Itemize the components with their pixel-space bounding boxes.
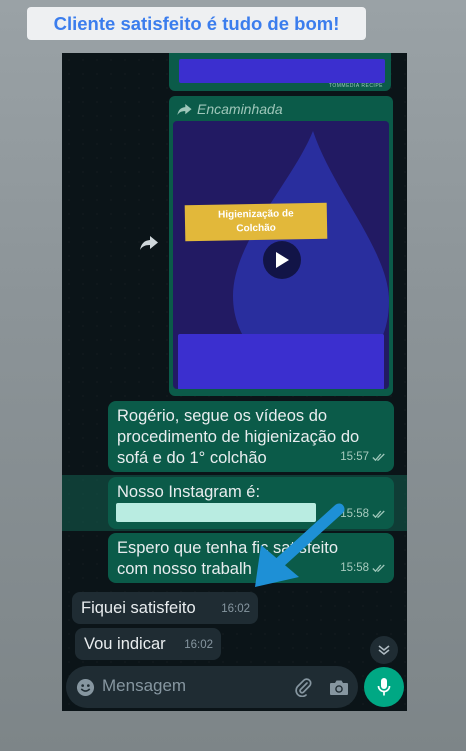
- message-text: Nosso Instagram é:: [117, 483, 261, 501]
- message-text: Vou indicar: [84, 635, 166, 653]
- double-check-icon: [372, 510, 385, 519]
- incoming-message[interactable]: Vou indicar 16:02: [75, 628, 221, 660]
- message-text: Fiquei satisfeito: [81, 599, 196, 617]
- double-chevron-down-icon: [378, 645, 390, 656]
- message-meta: 16:02: [184, 639, 213, 651]
- outgoing-message[interactable]: Rogério, segue os vídeos do procedimento…: [108, 401, 394, 472]
- media-redaction-block: [179, 59, 385, 83]
- forwarded-arrow-icon: [177, 103, 192, 115]
- camera-icon[interactable]: [328, 676, 350, 698]
- microphone-button[interactable]: [364, 667, 404, 707]
- media-tiny-text: TOMMEDIA RECIPE: [328, 83, 383, 89]
- forwarded-indicator: Encaminhada: [177, 101, 283, 117]
- play-icon[interactable]: [263, 241, 301, 279]
- microphone-icon: [377, 678, 391, 696]
- video-thumbnail[interactable]: Higienização de Colchão: [173, 121, 389, 389]
- pointer-arrow-icon: [255, 503, 345, 587]
- video-message-bubble[interactable]: Encaminhada Higienização de Colchão: [169, 96, 393, 396]
- thumbnail-title-banner: Higienização de Colchão: [184, 202, 328, 242]
- message-meta: 16:02: [221, 603, 250, 615]
- message-text: Rogério, segue os vídeos do procedimento…: [117, 407, 360, 467]
- attach-icon[interactable]: [292, 676, 314, 698]
- incoming-message[interactable]: Fiquei satisfeito 16:02: [72, 592, 258, 624]
- double-check-icon: [372, 564, 385, 573]
- chat-screen: TOMMEDIA RECIPE Encaminhada Higienização…: [62, 53, 407, 711]
- double-check-icon: [372, 453, 385, 462]
- media-redaction-block: [178, 334, 384, 389]
- top-media-bubble[interactable]: TOMMEDIA RECIPE: [169, 53, 391, 91]
- message-input[interactable]: Mensagem: [102, 676, 186, 696]
- forwarded-label: Encaminhada: [197, 101, 283, 117]
- forward-icon[interactable]: [137, 231, 161, 255]
- message-meta: 15:57: [340, 447, 386, 468]
- emoji-icon[interactable]: [75, 677, 95, 697]
- message-meta: 15:58: [340, 504, 386, 525]
- story-caption: Cliente satisfeito é tudo de bom!: [27, 7, 366, 40]
- scroll-to-bottom-button[interactable]: [370, 636, 398, 664]
- message-meta: 15:58: [340, 558, 386, 579]
- message-composer[interactable]: Mensagem: [66, 666, 358, 708]
